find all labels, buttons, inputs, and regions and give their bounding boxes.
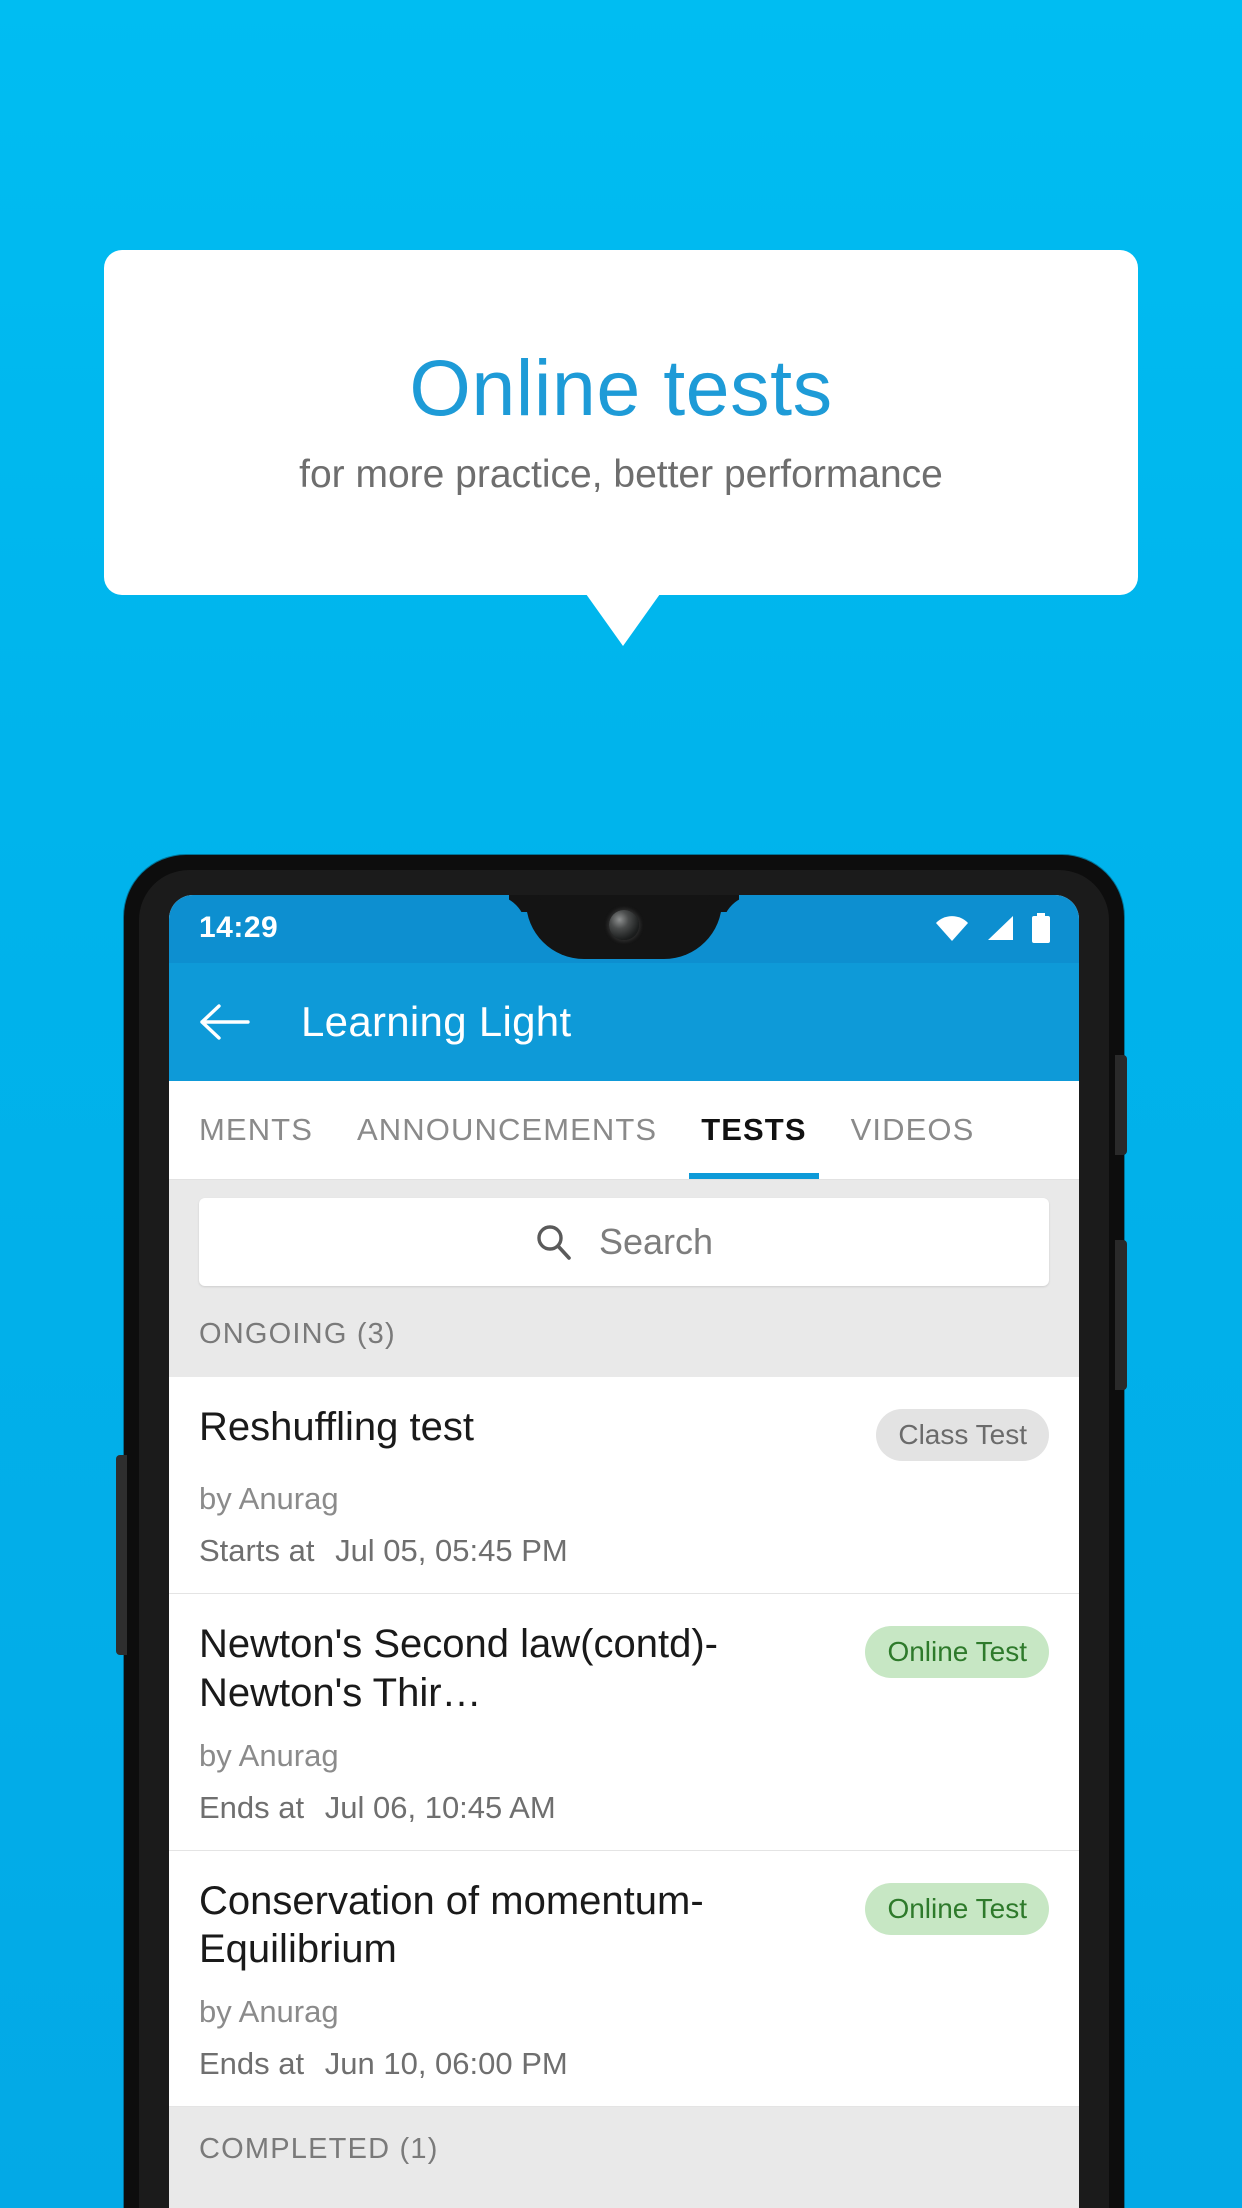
test-time-value: Jul 06, 10:45 AM bbox=[324, 1789, 556, 1825]
test-time: Starts at Jul 05, 05:45 PM bbox=[199, 1533, 1049, 1569]
app-bar-title: Learning Light bbox=[301, 998, 572, 1045]
app-bar: Learning Light bbox=[169, 963, 1079, 1081]
test-title: Newton's Second law(contd)-Newton's Thir… bbox=[199, 1622, 718, 1715]
signal-icon bbox=[985, 915, 1015, 941]
test-time: Ends at Jun 10, 06:00 PM bbox=[199, 2046, 1049, 2082]
test-time-value: Jun 10, 06:00 PM bbox=[324, 2046, 568, 2082]
test-time-label: Starts at bbox=[199, 1533, 315, 1568]
test-row: Newton's Second law(contd)-Newton's Thir… bbox=[199, 1620, 1049, 1718]
search-area: Search bbox=[169, 1180, 1079, 1308]
promo-callout-card: Online tests for more practice, better p… bbox=[104, 250, 1138, 595]
phone-device-frame: 14:29 Learning Light MENTS ANNOUNCEMENTS… bbox=[124, 855, 1124, 2208]
volume-button[interactable] bbox=[1115, 1055, 1127, 1155]
test-time-value: Jul 05, 05:45 PM bbox=[335, 1533, 568, 1568]
test-author: by Anurag bbox=[199, 1994, 339, 2030]
test-author: by Anurag bbox=[199, 1481, 339, 1516]
back-arrow-icon[interactable] bbox=[199, 996, 251, 1048]
section-header-ongoing: ONGOING (3) bbox=[169, 1308, 1079, 1377]
wifi-icon bbox=[935, 915, 969, 941]
list-item[interactable]: Conservation of momentum-Equilibrium Onl… bbox=[169, 1850, 1079, 2108]
status-bar-time: 14:29 bbox=[199, 911, 279, 944]
tab-announcements[interactable]: ANNOUNCEMENTS bbox=[335, 1081, 679, 1179]
promo-subtitle: for more practice, better performance bbox=[299, 452, 943, 496]
assistant-button[interactable] bbox=[116, 1455, 127, 1655]
test-time-label: Ends at bbox=[199, 1789, 305, 1825]
search-placeholder-text: Search bbox=[598, 1221, 714, 1262]
status-bar-icons bbox=[935, 913, 1051, 943]
tab-tests[interactable]: TESTS bbox=[679, 1081, 828, 1179]
tests-content: Search ONGOING (3) Reshuffling test Clas… bbox=[169, 1180, 1079, 2208]
status-badge: Online Test bbox=[865, 1626, 1049, 1678]
search-input[interactable]: Search bbox=[199, 1198, 1049, 1286]
phone-screen: 14:29 Learning Light MENTS ANNOUNCEMENTS… bbox=[169, 895, 1079, 2208]
status-bar: 14:29 bbox=[169, 895, 1079, 963]
tests-list: Reshuffling test Class Test by Anurag St… bbox=[169, 1377, 1079, 2108]
battery-icon bbox=[1031, 913, 1051, 943]
list-item[interactable]: Newton's Second law(contd)-Newton's Thir… bbox=[169, 1594, 1079, 1851]
tab-assignments[interactable]: MENTS bbox=[169, 1081, 335, 1179]
status-badge: Class Test bbox=[876, 1409, 1049, 1461]
tab-videos[interactable]: VIDEOS bbox=[829, 1081, 997, 1179]
power-button[interactable] bbox=[1115, 1240, 1127, 1390]
promo-title: Online tests bbox=[409, 342, 833, 432]
callout-tail-triangle bbox=[586, 594, 660, 646]
test-time-label: Ends at bbox=[199, 2046, 305, 2082]
promo-screenshot-root: Online tests for more practice, better p… bbox=[0, 0, 1242, 2208]
front-camera-icon bbox=[609, 910, 639, 940]
tab-bar: MENTS ANNOUNCEMENTS TESTS VIDEOS bbox=[169, 1081, 1079, 1180]
test-time: Ends at Jul 06, 10:45 AM bbox=[199, 1790, 1049, 1826]
test-title: Reshuffling test bbox=[199, 1405, 474, 1449]
test-author: by Anurag bbox=[199, 1737, 339, 1773]
test-title: Conservation of momentum-Equilibrium bbox=[199, 1878, 704, 1972]
search-icon bbox=[535, 1223, 573, 1261]
list-item[interactable]: Reshuffling test Class Test by Anurag St… bbox=[169, 1377, 1079, 1594]
test-row: Conservation of momentum-Equilibrium Onl… bbox=[199, 1877, 1049, 1975]
section-header-completed: COMPLETED (1) bbox=[169, 2107, 1079, 2177]
test-row: Reshuffling test Class Test bbox=[199, 1403, 1049, 1461]
status-badge: Online Test bbox=[865, 1882, 1049, 1935]
